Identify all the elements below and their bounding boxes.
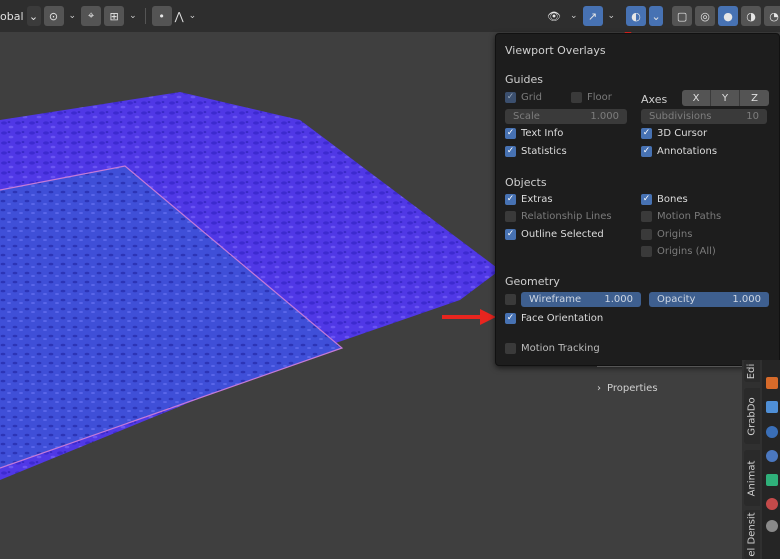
- scale-field[interactable]: Scale 1.000: [505, 109, 627, 124]
- checkmark-icon: ✓: [641, 128, 652, 139]
- guides-section-title: Guides: [505, 73, 544, 86]
- checkmark-icon: ✓: [641, 194, 652, 205]
- grid-checkbox[interactable]: ✓ Grid: [505, 92, 542, 103]
- bones-checkbox[interactable]: ✓ Bones: [641, 194, 688, 205]
- geometry-section-title: Geometry: [505, 275, 560, 288]
- checkmark-icon: ✓: [505, 229, 516, 240]
- sidebar-tab-animat[interactable]: Animat: [744, 450, 760, 506]
- axis-y-toggle[interactable]: Y: [711, 90, 740, 106]
- checkmark-icon: ✓: [641, 146, 652, 157]
- constraints-icon[interactable]: [766, 474, 778, 486]
- 3d-cursor-checkbox[interactable]: ✓ 3D Cursor: [641, 128, 707, 139]
- chevron-down-icon[interactable]: ⌄: [127, 11, 139, 21]
- falloff-icon[interactable]: ⋀: [175, 10, 184, 23]
- shading-rendered-icon[interactable]: ◔: [764, 6, 780, 26]
- checkmark-icon: ✓: [505, 146, 516, 157]
- checkmark-icon: ✓: [505, 194, 516, 205]
- axes-label: Axes: [641, 93, 668, 106]
- shading-material-icon[interactable]: ◑: [741, 6, 762, 26]
- overlays-dropdown-chevron-icon[interactable]: ⌄: [649, 6, 664, 26]
- axis-x-toggle[interactable]: X: [682, 90, 711, 106]
- xray-toggle-icon[interactable]: ▢: [672, 6, 693, 26]
- sidebar-tab-densit[interactable]: el Densit: [744, 510, 760, 559]
- visibility-eye-icon[interactable]: 👁: [543, 6, 565, 26]
- face-orientation-arrow: [442, 309, 496, 325]
- face-orientation-checkbox[interactable]: ✓ Face Orientation: [505, 313, 603, 324]
- opacity-field[interactable]: Opacity 1.000: [649, 292, 769, 307]
- chevron-down-icon[interactable]: ⌄: [67, 11, 79, 21]
- text-info-checkbox[interactable]: ✓ Text Info: [505, 128, 563, 139]
- subdivisions-field[interactable]: Subdivisions 10: [641, 109, 767, 124]
- properties-panel-header[interactable]: › Properties: [597, 380, 742, 396]
- checkmark-icon: ✓: [505, 92, 516, 103]
- pivot-point-icon[interactable]: ⊙: [43, 6, 64, 26]
- wireframe-checkbox[interactable]: [505, 294, 516, 305]
- motion-paths-checkbox[interactable]: Motion Paths: [641, 211, 721, 222]
- viewport-overlays-popover: Viewport Overlays Guides ✓ Grid Floor Axe…: [495, 33, 780, 366]
- snap-icon[interactable]: ⌖: [81, 6, 102, 26]
- properties-label: Properties: [607, 382, 658, 394]
- sidebar-tab-grabdo[interactable]: GrabDo: [744, 388, 760, 444]
- outline-selected-checkbox[interactable]: ✓ Outline Selected: [505, 229, 604, 240]
- gizmo-icon[interactable]: ↗: [582, 6, 603, 26]
- snap-grid-icon[interactable]: ⊞: [104, 6, 125, 26]
- extras-checkbox[interactable]: ✓ Extras: [505, 194, 553, 205]
- objects-section-title: Objects: [505, 176, 547, 189]
- checkmark-icon: ✓: [505, 313, 516, 324]
- material-icon[interactable]: [766, 498, 778, 510]
- axes-toggle-group: X Y Z: [682, 90, 769, 106]
- header-toolbar: obal ⌄ ⊙ ⌄ ⌖ ⊞ ⌄ • ⋀ ⌄ 👁 ⌄ ↗ ⌄ ◐ ⌄ ▢ ◎ ●…: [0, 0, 780, 32]
- chevron-down-icon[interactable]: ⌄: [606, 11, 618, 21]
- overlays-icon[interactable]: ◐: [626, 6, 647, 26]
- chevron-right-icon: ›: [597, 382, 601, 394]
- chevron-down-icon[interactable]: ⌄: [568, 11, 580, 21]
- texture-icon[interactable]: [766, 520, 778, 532]
- orientation-dropdown-chevron-icon[interactable]: ⌄: [26, 6, 41, 26]
- panel-divider: [597, 366, 742, 367]
- shading-solid-icon[interactable]: ●: [718, 6, 739, 26]
- wireframe-field[interactable]: Wireframe 1.000: [521, 292, 641, 307]
- relationship-lines-checkbox[interactable]: Relationship Lines: [505, 211, 612, 222]
- proportional-edit-icon[interactable]: •: [151, 6, 172, 26]
- floor-checkbox[interactable]: Floor: [571, 92, 612, 103]
- axis-z-toggle[interactable]: Z: [740, 90, 769, 106]
- sidebar-tab-edit[interactable]: Edi: [744, 360, 760, 382]
- object-properties-icon[interactable]: [766, 377, 778, 389]
- motion-tracking-checkbox[interactable]: Motion Tracking: [505, 343, 600, 354]
- physics-icon[interactable]: [766, 450, 778, 462]
- particles-icon[interactable]: [766, 426, 778, 438]
- shading-wireframe-icon[interactable]: ◎: [695, 6, 716, 26]
- toolbar-divider: [144, 8, 146, 24]
- statistics-checkbox[interactable]: ✓ Statistics: [505, 146, 567, 157]
- chevron-down-icon[interactable]: ⌄: [187, 11, 199, 21]
- orientation-label[interactable]: obal: [0, 10, 24, 23]
- origins-all-checkbox[interactable]: Origins (All): [641, 246, 716, 257]
- origins-checkbox[interactable]: Origins: [641, 229, 692, 240]
- wrench-modifier-icon[interactable]: [766, 401, 778, 413]
- popover-title: Viewport Overlays: [505, 44, 606, 57]
- checkmark-icon: ✓: [505, 128, 516, 139]
- annotations-checkbox[interactable]: ✓ Annotations: [641, 146, 717, 157]
